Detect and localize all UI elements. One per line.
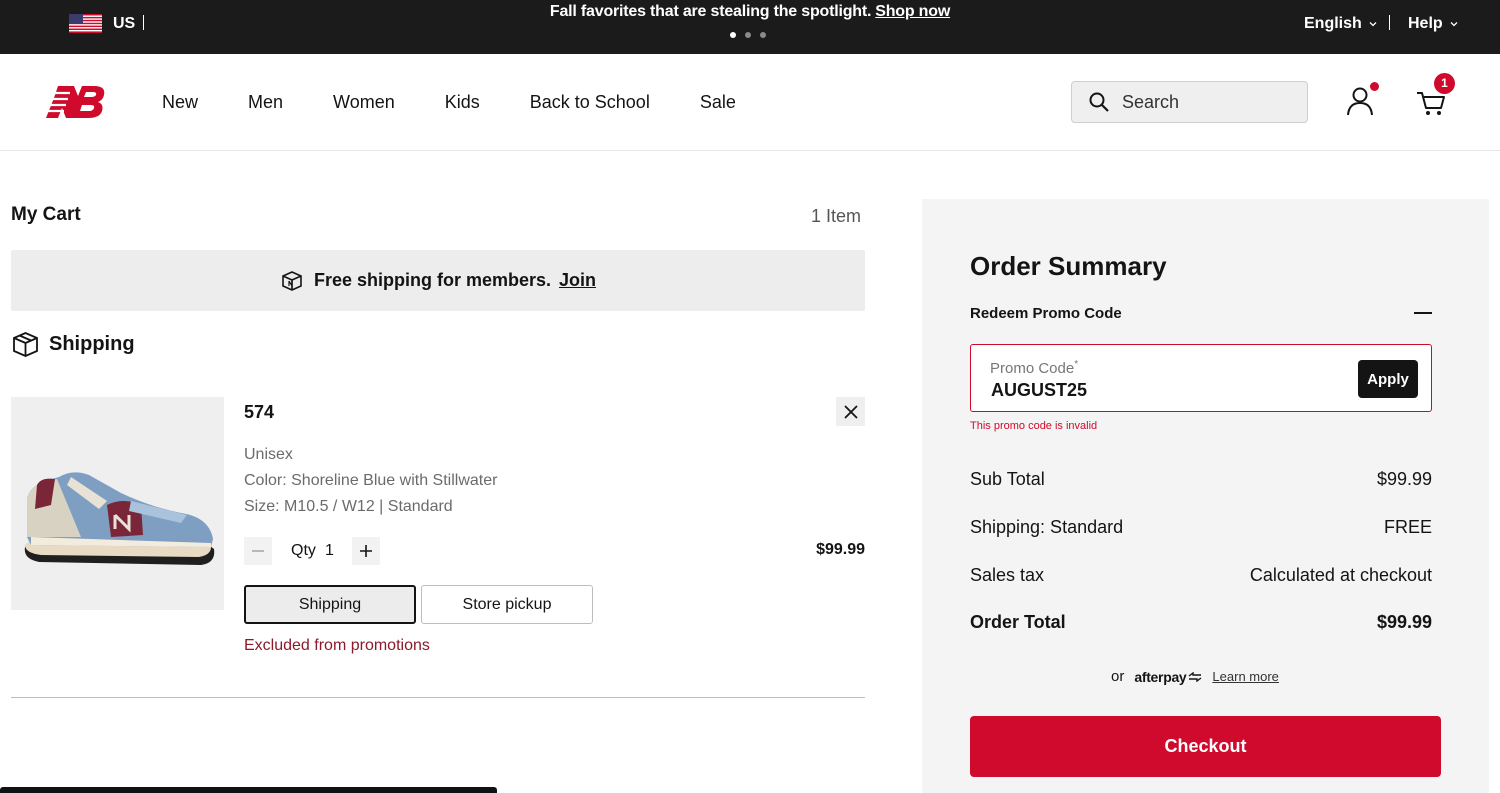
product-gender: Unisex xyxy=(244,446,293,463)
item-count: 1 Item xyxy=(811,206,862,226)
order-summary-panel: Order Summary Redeem Promo Code Promo Co… xyxy=(922,199,1489,793)
box-icon xyxy=(13,332,38,357)
qty-increase-button[interactable] xyxy=(352,537,380,565)
product-size: Size: M10.5 / W12 | Standard xyxy=(244,498,453,515)
subtotal-label: Sub Total xyxy=(970,469,1045,489)
nav-kids[interactable]: Kids xyxy=(445,92,480,113)
bottom-scroll-bar xyxy=(0,787,497,793)
cart-count-badge: 1 xyxy=(1434,73,1455,94)
member-banner-text: Free shipping for members. xyxy=(313,270,552,290)
promo-error-message: This promo code is invalid xyxy=(970,420,1098,432)
promo-code-label-text: Promo Code xyxy=(990,360,1075,377)
product-image[interactable] xyxy=(11,397,224,610)
close-icon xyxy=(843,404,858,419)
product-color: Color: Shoreline Blue with Stillwater xyxy=(244,472,498,489)
tax-row: Sales tax Calculated at checkout xyxy=(970,565,1432,586)
promo-text: Fall favorites that are stealing the spo… xyxy=(549,3,872,20)
sneaker-image xyxy=(24,472,215,565)
afterpay-arrows-icon xyxy=(1189,671,1202,682)
main-nav: New Men Women Kids Back to School Sale xyxy=(162,92,786,113)
divider xyxy=(11,697,865,698)
qty-value: 1 xyxy=(325,542,334,559)
shipping-label: Shipping: Standard xyxy=(970,517,1124,537)
nav-men[interactable]: Men xyxy=(248,92,283,113)
afterpay-or: or xyxy=(1111,668,1125,685)
nav-women[interactable]: Women xyxy=(333,92,395,113)
line-item-price: $99.99 xyxy=(816,541,865,558)
shipping-heading-label: Shipping xyxy=(49,333,135,355)
afterpay-brand: afterpay xyxy=(1134,668,1187,685)
help-label: Help xyxy=(1408,15,1443,32)
member-shipping-banner: Free shipping for members. Join xyxy=(11,250,865,311)
tax-label: Sales tax xyxy=(970,565,1045,585)
shop-now-link[interactable]: Shop now xyxy=(875,3,950,20)
join-link[interactable]: Join xyxy=(559,270,596,291)
carousel-dot[interactable] xyxy=(760,32,766,38)
search-input[interactable]: Search xyxy=(1071,81,1308,123)
shipping-value: FREE xyxy=(1383,517,1432,537)
account-notification-dot xyxy=(1370,82,1379,91)
order-total-row: Order Total $99.99 xyxy=(970,612,1432,633)
order-summary-title: Order Summary xyxy=(970,251,1167,281)
nav-new[interactable]: New xyxy=(162,92,198,113)
carousel-dot[interactable] xyxy=(745,32,751,38)
afterpay-logo: afterpay xyxy=(1134,669,1202,685)
checkout-button[interactable]: Checkout xyxy=(970,716,1441,777)
minus-icon xyxy=(252,550,264,552)
chevron-down-icon xyxy=(1369,22,1377,27)
divider xyxy=(1389,15,1390,30)
redeem-promo-label[interactable]: Redeem Promo Code xyxy=(970,305,1122,322)
shipping-row: Shipping: Standard FREE xyxy=(970,517,1432,538)
site-header: New Men Women Kids Back to School Sale S… xyxy=(0,54,1500,151)
shipping-option-button[interactable]: Shipping xyxy=(244,585,416,624)
shipping-section-heading: Shipping xyxy=(11,330,135,359)
tax-value: Calculated at checkout xyxy=(1249,565,1432,585)
qty-label: Qty xyxy=(291,542,316,559)
help-menu[interactable]: Help xyxy=(1408,15,1459,33)
carousel-dot[interactable] xyxy=(730,32,736,38)
required-marker: * xyxy=(1074,359,1079,370)
carousel-dots[interactable] xyxy=(730,32,766,38)
nav-back-to-school[interactable]: Back to School xyxy=(530,92,650,113)
remove-item-button[interactable] xyxy=(836,397,865,426)
package-icon xyxy=(282,270,302,291)
search-placeholder: Search xyxy=(1122,91,1180,112)
apply-promo-button[interactable]: Apply xyxy=(1358,360,1418,398)
collapse-icon[interactable] xyxy=(1414,312,1432,314)
new-balance-logo[interactable] xyxy=(40,84,110,120)
qty-decrease-button[interactable] xyxy=(244,537,272,565)
afterpay-info: or afterpay Learn more xyxy=(1111,668,1279,685)
top-promo-bar: US Fall favorites that are stealing the … xyxy=(0,0,1500,54)
store-pickup-button[interactable]: Store pickup xyxy=(421,585,593,624)
subtotal-value: $99.99 xyxy=(1376,469,1432,489)
promo-message: Fall favorites that are stealing the spo… xyxy=(0,3,1500,21)
order-total-label: Order Total xyxy=(970,612,1066,632)
promo-code-value[interactable]: AUGUST25 xyxy=(991,380,1087,401)
plus-icon xyxy=(360,545,372,557)
language-selector[interactable]: English xyxy=(1304,15,1378,33)
language-label: English xyxy=(1304,15,1362,32)
promo-exclusion-note: Excluded from promotions xyxy=(244,637,430,654)
afterpay-learn-more-link[interactable]: Learn more xyxy=(1212,669,1278,684)
chevron-down-icon xyxy=(1450,22,1458,27)
search-icon xyxy=(1089,92,1109,112)
order-total-value: $99.99 xyxy=(1376,612,1432,632)
promo-code-field[interactable]: Promo Code* AUGUST25 Apply xyxy=(970,344,1432,412)
page-title: My Cart xyxy=(11,204,81,225)
promo-code-label: Promo Code* xyxy=(990,359,1078,377)
product-name[interactable]: 574 xyxy=(244,402,274,423)
subtotal-row: Sub Total $99.99 xyxy=(970,469,1432,490)
nav-sale[interactable]: Sale xyxy=(700,92,736,113)
